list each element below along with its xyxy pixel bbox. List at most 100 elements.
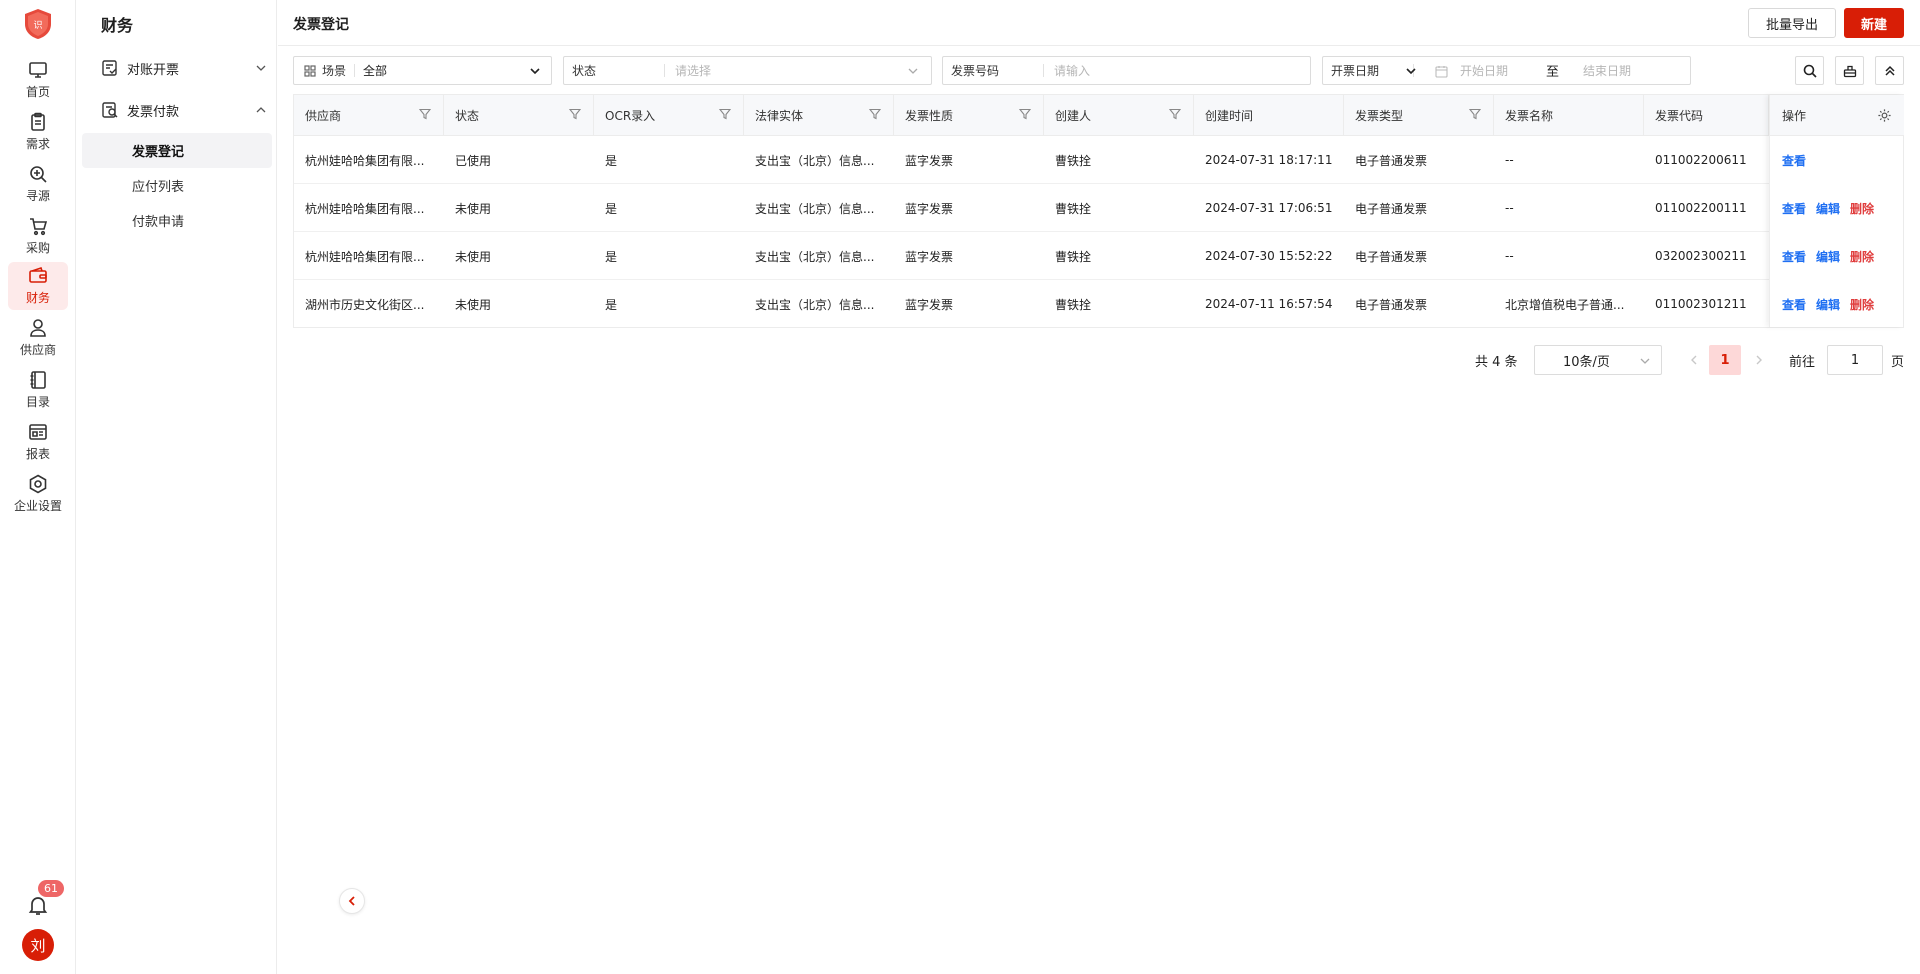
report-icon <box>29 424 47 440</box>
table-row[interactable]: 杭州娃哈哈集团有限... 未使用 是 支出宝（北京）信息... 蓝字发票 曹铁拴 2024-… <box>294 232 1903 280</box>
table-cell: 蓝字发票 <box>905 201 954 216</box>
sub-navigation: 财务 对账开票 发票付款 发票登记 应付列表 付款申请 <box>77 0 365 974</box>
column-header-operations: 操作 <box>1770 95 1904 136</box>
subnav-item-invoice-register[interactable]: 发票登记 <box>82 133 272 168</box>
rail-item-sourcing[interactable]: 寻源 <box>8 160 68 208</box>
scene-label: 场景 <box>322 64 347 78</box>
table-cell: 未使用 <box>455 249 492 264</box>
edit-link[interactable]: 编辑 <box>1816 200 1840 217</box>
invoice-number-filter[interactable]: 发票号码 请输入 <box>942 56 1311 85</box>
table-row[interactable]: 杭州娃哈哈集团有限... 未使用 是 支出宝（北京）信息... 蓝字发票 曹铁拴 2024-… <box>294 184 1903 232</box>
filter-funnel-icon[interactable] <box>869 108 881 120</box>
main-content: 发票登记 批量导出 新建 场景 全部 状态 请选择 发票号码 请输入 开票日期 … <box>278 0 1920 974</box>
page-title: 发票登记 <box>293 17 349 33</box>
view-link[interactable]: 查看 <box>1782 200 1806 217</box>
rail-item-demand[interactable]: 需求 <box>8 108 68 156</box>
goto-suffix: 页 <box>1891 355 1905 370</box>
rail-item-label: 需求 <box>25 137 50 151</box>
view-link[interactable]: 查看 <box>1782 296 1806 313</box>
subnav-title: 财务 <box>101 16 134 35</box>
page-size-select[interactable]: 10条/页 <box>1534 345 1662 375</box>
rail-item-enterprise-settings[interactable]: 企业设置 <box>8 470 68 518</box>
table-cell: 2024-07-31 18:17:11 <box>1205 153 1333 167</box>
filter-funnel-icon[interactable] <box>569 108 581 120</box>
date-range-filter[interactable]: 开票日期 开始日期 至 结束日期 <box>1322 56 1691 85</box>
status-filter[interactable]: 状态 请选择 <box>563 56 932 85</box>
delete-link[interactable]: 删除 <box>1850 200 1874 217</box>
end-date-input[interactable]: 结束日期 <box>1583 62 1631 79</box>
view-link[interactable]: 查看 <box>1782 248 1806 265</box>
clear-button[interactable] <box>1835 56 1864 85</box>
date-type-select[interactable]: 开票日期 <box>1323 62 1379 79</box>
rail-item-home[interactable]: 首页 <box>8 56 68 104</box>
page-number-current[interactable]: 1 <box>1709 345 1741 375</box>
collapse-filters-button[interactable] <box>1875 56 1904 85</box>
table-cell: 电子普通发票 <box>1355 297 1428 312</box>
table-cell: 湖州市历史文化街区... <box>305 297 425 312</box>
edit-link[interactable]: 编辑 <box>1816 248 1840 265</box>
edit-link[interactable]: 编辑 <box>1816 296 1840 313</box>
column-header: 创建时间 <box>1194 95 1344 136</box>
new-button[interactable]: 新建 <box>1844 8 1904 38</box>
table-cell: 蓝字发票 <box>905 249 954 264</box>
filter-funnel-icon[interactable] <box>1469 108 1481 120</box>
rail-item-label: 企业设置 <box>13 499 62 513</box>
subnav-item-payment-request[interactable]: 付款申请 <box>82 203 272 238</box>
goto-label: 前往 <box>1789 355 1816 370</box>
table-row[interactable]: 杭州娃哈哈集团有限... 已使用 是 支出宝（北京）信息... 蓝字发票 曹铁拴 2024-… <box>294 136 1903 184</box>
cart-icon <box>30 218 48 236</box>
search-icon <box>1803 64 1817 78</box>
start-date-input[interactable]: 开始日期 <box>1460 62 1508 79</box>
search-button[interactable] <box>1795 56 1824 85</box>
subnav-group-invoice-payment[interactable]: 发票付款 <box>101 98 267 122</box>
next-page-icon[interactable] <box>1752 353 1766 367</box>
batch-export-button[interactable]: 批量导出 <box>1748 8 1836 38</box>
delete-link[interactable]: 删除 <box>1850 248 1874 265</box>
filter-funnel-icon[interactable] <box>719 108 731 120</box>
rail-item-label: 首页 <box>25 85 50 99</box>
gear-icon[interactable] <box>1877 108 1892 123</box>
rail-item-label: 采购 <box>25 241 50 255</box>
table-cell: 未使用 <box>455 201 492 216</box>
rail-item-supplier[interactable]: 供应商 <box>8 314 68 362</box>
table-cell: -- <box>1505 249 1514 263</box>
goto-page-input[interactable]: 1 <box>1827 345 1883 375</box>
clipboard-icon <box>31 112 45 131</box>
table-cell: 曹铁拴 <box>1055 249 1092 264</box>
book-icon <box>30 371 46 389</box>
delete-link[interactable]: 删除 <box>1850 296 1874 313</box>
table-row[interactable]: 湖州市历史文化街区... 未使用 是 支出宝（北京）信息... 蓝字发票 曹铁拴 2024-… <box>294 280 1903 328</box>
table-cell: 北京增值税电子普通... <box>1505 297 1625 312</box>
chevron-down-icon <box>1640 358 1650 364</box>
table-cell: 杭州娃哈哈集团有限... <box>305 249 425 264</box>
table-cell: 电子普通发票 <box>1355 153 1428 168</box>
subnav-group-reconciliation[interactable]: 对账开票 <box>101 56 267 80</box>
filter-funnel-icon[interactable] <box>1019 108 1031 120</box>
range-separator: 至 <box>1546 65 1560 80</box>
table-cell: 曹铁拴 <box>1055 201 1092 216</box>
rail-item-finance[interactable]: 财务 <box>8 262 68 310</box>
table-cell: -- <box>1505 201 1514 215</box>
monitor-icon <box>29 62 47 78</box>
chevron-down-icon <box>908 68 918 74</box>
filter-funnel-icon[interactable] <box>1169 108 1181 120</box>
table-cell: 2024-07-31 17:06:51 <box>1205 201 1333 215</box>
scene-filter[interactable]: 场景 全部 <box>293 56 552 85</box>
prev-page-icon[interactable] <box>1687 353 1701 367</box>
table-cell: 曹铁拴 <box>1055 297 1092 312</box>
rail-item-purchase[interactable]: 采购 <box>8 212 68 260</box>
row-actions: 查看 <box>1770 136 1904 184</box>
table-cell: 支出宝（北京）信息... <box>755 153 875 168</box>
invoice-number-label: 发票号码 <box>951 64 1000 78</box>
avatar[interactable]: 刘 <box>22 929 54 961</box>
svg-text:识: 识 <box>33 20 42 31</box>
subnav-item-payables-list[interactable]: 应付列表 <box>82 168 272 203</box>
rail-item-reports[interactable]: 报表 <box>8 418 68 466</box>
view-link[interactable]: 查看 <box>1782 152 1806 169</box>
column-header: 创建人 <box>1044 95 1194 136</box>
notification-badge: 61 <box>38 880 64 897</box>
rail-item-catalog[interactable]: 目录 <box>8 366 68 414</box>
invoice-table: 供应商 状态 OCR录入 法律实体 发票性质 创建人 创建时间 发票类型 发票名称 发票代码 杭州… <box>293 94 1904 328</box>
filter-funnel-icon[interactable] <box>419 108 431 120</box>
rail-item-label: 报表 <box>25 447 50 461</box>
